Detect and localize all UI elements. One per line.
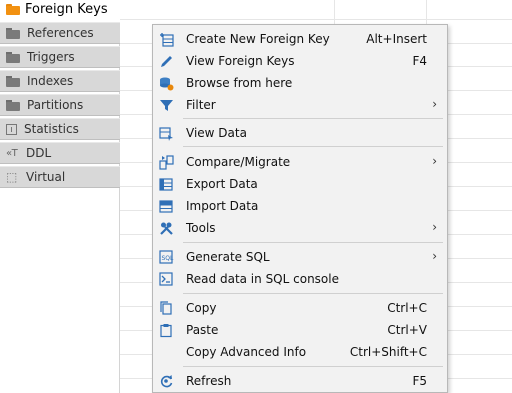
folder-icon — [6, 51, 20, 63]
filter-icon — [159, 98, 174, 113]
side-tab-label: Triggers — [27, 50, 75, 64]
menu-item-filter[interactable]: Filter › — [153, 94, 447, 116]
menu-item-view-data[interactable]: View Data — [153, 122, 447, 144]
create-key-icon — [159, 32, 174, 47]
virtual-icon: ⬚ — [6, 170, 18, 184]
context-menu: Create New Foreign Key Alt+Insert View F… — [152, 24, 448, 393]
menu-item-label: Refresh — [186, 374, 232, 388]
svg-text:SQL: SQL — [162, 255, 175, 262]
submenu-arrow-icon: › — [432, 220, 437, 234]
menu-item-label: Tools — [186, 221, 216, 235]
ddl-icon: «T — [6, 147, 18, 159]
submenu-arrow-icon: › — [432, 249, 437, 263]
side-tab-label: Statistics — [24, 122, 79, 136]
side-tab-statistics[interactable]: Statistics — [0, 118, 120, 140]
side-tab-partitions[interactable]: Partitions — [0, 94, 120, 116]
menu-item-label: Paste — [186, 323, 219, 337]
folder-icon — [6, 99, 20, 111]
menu-item-copy[interactable]: Copy Ctrl+C — [153, 297, 447, 319]
menu-item-generate-sql[interactable]: SQL Generate SQL › — [153, 246, 447, 268]
menu-item-read-data-in-sql-console[interactable]: Read data in SQL console — [153, 268, 447, 290]
menu-item-import-data[interactable]: Import Data — [153, 195, 447, 217]
folder-icon — [6, 4, 20, 15]
menu-item-refresh[interactable]: Refresh F5 — [153, 370, 447, 392]
menu-separator — [183, 293, 443, 294]
menu-separator — [183, 366, 443, 367]
menu-item-shortcut: Ctrl+Shift+C — [349, 345, 427, 359]
folder-icon — [6, 27, 20, 39]
menu-item-label: View Data — [186, 126, 247, 140]
pencil-icon — [159, 54, 174, 69]
copy-icon — [159, 301, 174, 316]
tab-foreign-keys-label: Foreign Keys — [25, 2, 108, 17]
export-icon — [159, 177, 174, 192]
menu-item-compare-migrate[interactable]: Compare/Migrate › — [153, 151, 447, 173]
refresh-icon — [159, 374, 174, 389]
menu-separator — [183, 242, 443, 243]
menu-item-copy-advanced-info[interactable]: Copy Advanced Info Ctrl+Shift+C — [153, 341, 447, 363]
menu-item-paste[interactable]: Paste Ctrl+V — [153, 319, 447, 341]
menu-item-browse-from-here[interactable]: Browse from here — [153, 72, 447, 94]
view-data-icon — [159, 126, 174, 141]
menu-item-export-data[interactable]: Export Data — [153, 173, 447, 195]
menu-item-label: Export Data — [186, 177, 258, 191]
tools-icon — [159, 221, 174, 236]
menu-separator — [183, 146, 443, 147]
side-tab-indexes[interactable]: Indexes — [0, 70, 120, 92]
side-tab-label: Partitions — [27, 98, 84, 112]
menu-item-label: Filter — [186, 98, 216, 112]
menu-item-label: Generate SQL — [186, 250, 270, 264]
menu-item-shortcut: Alt+Insert — [366, 32, 427, 46]
menu-item-shortcut: F4 — [412, 54, 427, 68]
menu-item-create-new-foreign-key[interactable]: Create New Foreign Key Alt+Insert — [153, 28, 447, 50]
menu-separator — [183, 118, 443, 119]
folder-icon — [6, 75, 20, 87]
side-tab-label: DDL — [26, 146, 52, 160]
submenu-arrow-icon: › — [432, 154, 437, 168]
side-tab-virtual[interactable]: ⬚ Virtual — [0, 166, 120, 188]
menu-item-shortcut: Ctrl+V — [387, 323, 427, 337]
import-icon — [159, 199, 174, 214]
statistics-icon — [6, 123, 17, 135]
side-tab-triggers[interactable]: Triggers — [0, 46, 120, 68]
menu-item-shortcut: F5 — [412, 374, 427, 388]
menu-item-label: Import Data — [186, 199, 259, 213]
menu-item-label: Compare/Migrate — [186, 155, 291, 169]
menu-item-tools[interactable]: Tools › — [153, 217, 447, 239]
generate-sql-icon: SQL — [159, 250, 174, 265]
paste-icon — [159, 323, 174, 338]
menu-item-label: Browse from here — [186, 76, 293, 90]
menu-item-label: Create New Foreign Key — [186, 32, 330, 46]
menu-item-label: View Foreign Keys — [186, 54, 295, 68]
side-tab-column: References Triggers Indexes Partitions S… — [0, 22, 120, 393]
side-tab-label: References — [27, 26, 94, 40]
compare-icon — [159, 155, 174, 170]
sql-console-icon — [159, 272, 174, 287]
menu-item-label: Read data in SQL console — [186, 272, 339, 286]
side-tab-label: Virtual — [26, 170, 66, 184]
side-tab-references[interactable]: References — [0, 22, 120, 44]
tab-foreign-keys[interactable]: Foreign Keys — [0, 0, 120, 19]
menu-item-view-foreign-keys[interactable]: View Foreign Keys F4 — [153, 50, 447, 72]
menu-item-label: Copy Advanced Info — [186, 345, 307, 359]
side-tab-ddl[interactable]: «T DDL — [0, 142, 120, 164]
submenu-arrow-icon: › — [432, 97, 437, 111]
browse-icon — [159, 76, 174, 91]
menu-item-label: Copy — [186, 301, 217, 315]
side-tab-label: Indexes — [27, 74, 74, 88]
menu-item-shortcut: Ctrl+C — [387, 301, 427, 315]
